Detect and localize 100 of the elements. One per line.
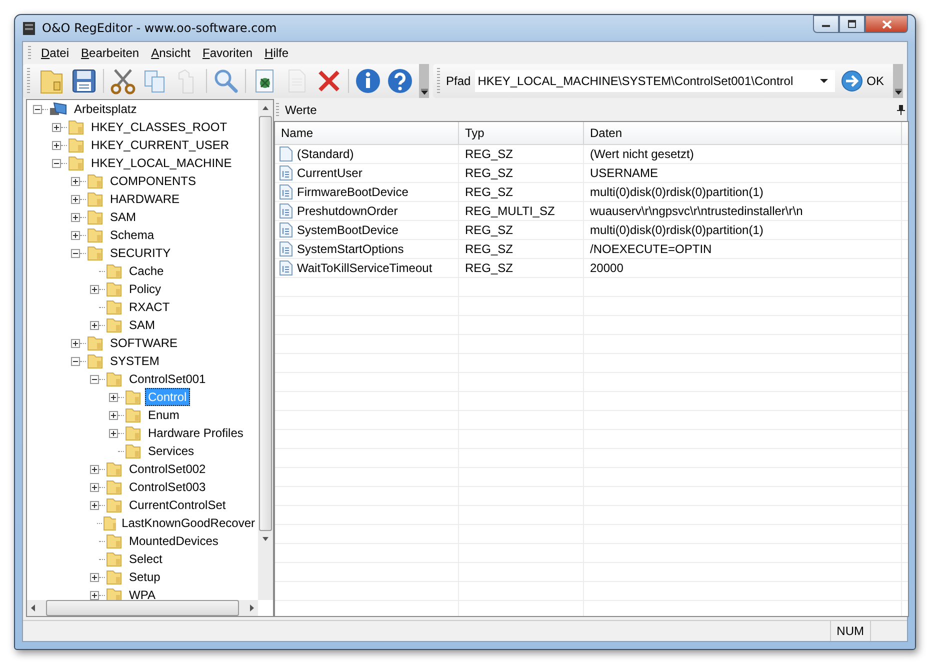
toolbar-overflow-button[interactable] bbox=[893, 64, 903, 98]
column-header[interactable]: Daten bbox=[584, 122, 902, 144]
expand-toggle[interactable] bbox=[52, 122, 61, 132]
value-type: REG_SZ bbox=[459, 221, 584, 239]
tree-item[interactable]: Cache bbox=[126, 262, 167, 280]
tree-item[interactable]: LastKnownGoodRecover bbox=[118, 514, 258, 532]
expand-toggle[interactable] bbox=[90, 500, 99, 510]
folder-icon bbox=[124, 425, 142, 441]
string-value-icon bbox=[279, 260, 293, 276]
menu-item[interactable]: Bearbeiten bbox=[77, 46, 148, 60]
expand-toggle[interactable] bbox=[90, 572, 99, 582]
tree-item[interactable]: SECURITY bbox=[107, 244, 174, 262]
expand-toggle[interactable] bbox=[71, 212, 80, 222]
value-name: SystemStartOptions bbox=[297, 242, 404, 256]
tree-item[interactable]: HKEY_LOCAL_MACHINE bbox=[88, 154, 235, 172]
maximize-button[interactable] bbox=[839, 15, 865, 33]
tree-item[interactable]: HKEY_CLASSES_ROOT bbox=[88, 118, 230, 136]
folder-icon bbox=[105, 281, 123, 297]
scissors-icon bbox=[109, 67, 137, 95]
string-value-icon bbox=[279, 184, 293, 200]
menu-item[interactable]: Favoriten bbox=[198, 46, 261, 60]
tree-item[interactable]: COMPONENTS bbox=[107, 172, 200, 190]
tree-item[interactable]: SOFTWARE bbox=[107, 334, 181, 352]
folder-icon bbox=[105, 479, 123, 495]
folder-icon bbox=[105, 299, 123, 315]
pin-icon[interactable] bbox=[897, 105, 905, 115]
document-icon bbox=[279, 146, 293, 162]
tree-item[interactable]: Setup bbox=[126, 568, 164, 586]
collapse-toggle[interactable] bbox=[71, 248, 80, 258]
folder-icon bbox=[124, 389, 142, 405]
toolbar-overflow-button[interactable] bbox=[419, 64, 429, 98]
scroll-right-icon[interactable] bbox=[249, 604, 256, 612]
minimize-button[interactable] bbox=[813, 15, 839, 33]
folder-icon bbox=[105, 587, 123, 600]
expand-toggle[interactable] bbox=[71, 194, 80, 204]
expand-toggle[interactable] bbox=[109, 428, 118, 438]
folder-icon bbox=[67, 137, 85, 153]
value-type: REG_MULTI_SZ bbox=[459, 202, 584, 220]
tree-item[interactable]: Policy bbox=[126, 280, 164, 298]
value-data: (Wert nicht gesetzt) bbox=[584, 145, 902, 163]
tree-item[interactable]: ControlSet001 bbox=[126, 370, 209, 388]
column-header[interactable]: Name bbox=[275, 122, 459, 144]
close-button[interactable] bbox=[865, 15, 908, 33]
folder-icon bbox=[86, 245, 104, 261]
close-icon bbox=[882, 20, 892, 28]
tree-item[interactable]: HKEY_CURRENT_USER bbox=[88, 136, 232, 154]
tree-item[interactable]: SAM bbox=[126, 316, 158, 334]
expand-toggle[interactable] bbox=[90, 464, 99, 474]
tree-item[interactable]: Services bbox=[145, 442, 198, 460]
menu-item[interactable]: Datei bbox=[37, 46, 78, 60]
maximize-icon bbox=[847, 20, 857, 28]
string-value-icon bbox=[279, 165, 293, 181]
column-header[interactable]: Typ bbox=[459, 122, 584, 144]
tree-item[interactable]: ControlSet002 bbox=[126, 460, 209, 478]
folder-icon bbox=[105, 317, 123, 333]
expand-toggle[interactable] bbox=[71, 230, 80, 240]
value-type: REG_SZ bbox=[459, 240, 584, 258]
tree-item[interactable]: WPA bbox=[126, 586, 158, 600]
tree-item[interactable]: Hardware Profiles bbox=[145, 424, 246, 442]
expand-toggle[interactable] bbox=[90, 320, 99, 330]
tree-item[interactable]: Arbeitsplatz bbox=[71, 100, 140, 118]
collapse-toggle[interactable] bbox=[52, 158, 61, 168]
folder-icon bbox=[67, 155, 85, 171]
path-combo-box[interactable]: HKEY_LOCAL_MACHINE\SYSTEM\ControlSet001\Control bbox=[474, 70, 835, 92]
vertical-scrollbar[interactable] bbox=[258, 100, 273, 600]
value-name: (Standard) bbox=[297, 147, 354, 161]
tree-item[interactable]: Select bbox=[126, 550, 166, 568]
expand-toggle[interactable] bbox=[109, 410, 118, 420]
menu-item[interactable]: Hilfe bbox=[260, 46, 297, 60]
ok-button[interactable]: OK bbox=[834, 70, 890, 92]
tree-item[interactable]: SYSTEM bbox=[107, 352, 162, 370]
value-data: multi(0)disk(0)rdisk(0)partition(1) bbox=[584, 183, 902, 201]
value-data: wuauserv\r\ngpsvc\r\ntrustedinstaller\r\n bbox=[584, 202, 902, 220]
expand-toggle[interactable] bbox=[90, 590, 99, 600]
menu-item[interactable]: Ansicht bbox=[147, 46, 198, 60]
value-name: FirmwareBootDevice bbox=[297, 185, 408, 199]
tree-item[interactable]: ControlSet003 bbox=[126, 478, 209, 496]
expand-toggle[interactable] bbox=[52, 140, 61, 150]
horizontal-scrollbar[interactable] bbox=[27, 600, 258, 616]
tree-item[interactable]: MountedDevices bbox=[126, 532, 222, 550]
expand-toggle[interactable] bbox=[109, 392, 118, 402]
tree-item[interactable]: RXACT bbox=[126, 298, 173, 316]
collapse-toggle[interactable] bbox=[33, 104, 42, 114]
tree-item[interactable]: SAM bbox=[107, 208, 140, 226]
value-type: REG_SZ bbox=[459, 259, 584, 277]
folder-icon bbox=[102, 515, 116, 531]
expand-toggle[interactable] bbox=[71, 338, 80, 348]
expand-toggle[interactable] bbox=[90, 482, 99, 492]
expand-toggle[interactable] bbox=[71, 176, 80, 186]
collapse-toggle[interactable] bbox=[90, 374, 99, 384]
tree-item[interactable]: Schema bbox=[107, 226, 158, 244]
tree-item[interactable]: Enum bbox=[145, 406, 182, 424]
scroll-left-icon[interactable] bbox=[29, 604, 36, 612]
window-title: O&O RegEditor - www.oo-software.com bbox=[42, 21, 277, 35]
value-name: SystemBootDevice bbox=[297, 223, 398, 237]
collapse-toggle[interactable] bbox=[71, 356, 80, 366]
string-value-icon bbox=[279, 203, 293, 219]
tree-item[interactable]: HARDWARE bbox=[107, 190, 183, 208]
tree-item[interactable]: CurrentControlSet bbox=[126, 496, 229, 514]
expand-toggle[interactable] bbox=[90, 284, 99, 294]
